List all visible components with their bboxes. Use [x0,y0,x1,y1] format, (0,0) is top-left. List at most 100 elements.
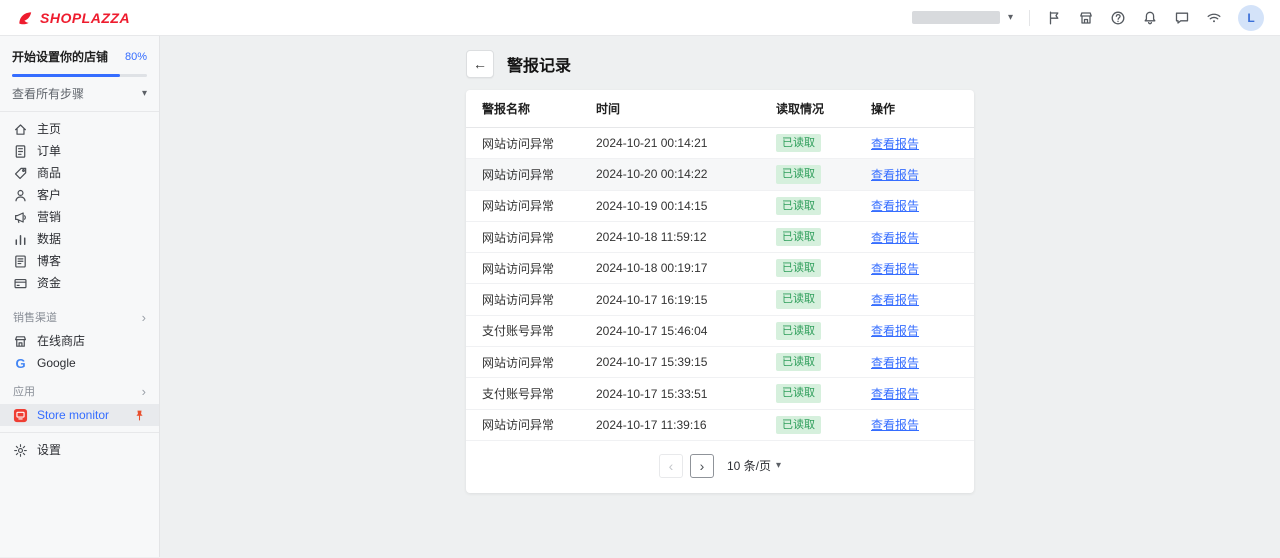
sidebar-item-marketing[interactable]: 营销 [0,206,159,228]
cell-alert-name: 网站访问异常 [466,159,596,190]
cell-action: 查看报告 [871,128,974,159]
view-report-link[interactable]: 查看报告 [871,356,919,370]
prev-icon: ‹ [669,458,674,474]
cell-time: 2024-10-18 00:19:17 [596,253,776,284]
cell-alert-name: 支付账号异常 [466,315,596,346]
topbar: SHOPLAZZA ▾ L [0,0,1280,36]
back-button[interactable]: ← [466,50,494,78]
sidebar-item-label: 数据 [37,233,61,245]
store-selector[interactable]: ▾ [912,11,1013,24]
next-icon: › [700,458,705,474]
sidebar-item-label: 资金 [37,277,61,289]
table-row[interactable]: 网站访问异常 2024-10-19 00:14:15 已读取 查看报告 [466,190,974,221]
home-icon [13,122,28,137]
cell-alert-name: 网站访问异常 [466,253,596,284]
view-report-link[interactable]: 查看报告 [871,387,919,401]
page-title: 警报记录 [507,52,571,76]
cell-alert-name: 支付账号异常 [466,378,596,409]
status-badge: 已读取 [776,165,821,183]
cell-time: 2024-10-20 00:14:22 [596,159,776,190]
view-report-link[interactable]: 查看报告 [871,293,919,307]
status-badge: 已读取 [776,197,821,215]
bell-icon[interactable] [1142,10,1158,26]
sidebar-item-label: 博客 [37,255,61,267]
shoplazza-logo[interactable]: SHOPLAZZA [16,9,130,27]
cell-status: 已读取 [776,409,871,440]
cell-time: 2024-10-17 11:39:16 [596,409,776,440]
sidebar-item-label: 客户 [37,189,61,201]
table-row[interactable]: 支付账号异常 2024-10-17 15:46:04 已读取 查看报告 [466,315,974,346]
sidebar-item-products[interactable]: 商品 [0,162,159,184]
cell-action: 查看报告 [871,221,974,252]
table-header-row: 警报名称 时间 读取情况 操作 [466,90,974,128]
view-report-link[interactable]: 查看报告 [871,324,919,338]
table-row[interactable]: 网站访问异常 2024-10-17 15:39:15 已读取 查看报告 [466,347,974,378]
view-report-link[interactable]: 查看报告 [871,137,919,151]
chevron-right-icon: › [142,385,146,398]
storefront-icon [13,334,28,349]
cell-status: 已读取 [776,347,871,378]
sidebar-item-orders[interactable]: 订单 [0,140,159,162]
cell-action: 查看报告 [871,409,974,440]
page-size-select[interactable]: 10 条/页 ▾ [727,457,781,474]
logo-text: SHOPLAZZA [40,10,130,26]
person-icon [13,188,28,203]
setup-percent: 80% [125,51,147,63]
sidebar-item-google[interactable]: G Google [0,352,159,374]
caret-down-icon: ▾ [1008,12,1013,23]
table-row[interactable]: 网站访问异常 2024-10-17 11:39:16 已读取 查看报告 [466,409,974,440]
view-all-steps-label: 查看所有步骤 [12,85,84,102]
sidebar-item-label: 主页 [37,123,61,135]
view-report-link[interactable]: 查看报告 [871,262,919,276]
next-page-button[interactable]: › [690,454,714,478]
chat-icon[interactable] [1174,10,1190,26]
table-row[interactable]: 网站访问异常 2024-10-18 00:19:17 已读取 查看报告 [466,253,974,284]
section-sales-channels[interactable]: 销售渠道 › [0,300,159,330]
section-label: 应用 [13,383,35,399]
store-setup-progress: 开始设置你的店铺 80% [0,48,159,77]
cell-action: 查看报告 [871,159,974,190]
prev-page-button[interactable]: ‹ [659,454,683,478]
status-badge: 已读取 [776,259,821,277]
sidebar-item-label: 商品 [37,167,61,179]
sidebar-item-settings[interactable]: 设置 [0,439,159,461]
sidebar-item-home[interactable]: 主页 [0,118,159,140]
table-row[interactable]: 支付账号异常 2024-10-17 15:33:51 已读取 查看报告 [466,378,974,409]
sidebar-item-blog[interactable]: 博客 [0,250,159,272]
caret-down-icon: ▾ [142,88,147,99]
user-avatar[interactable]: L [1238,5,1264,31]
table-row[interactable]: 网站访问异常 2024-10-17 16:19:15 已读取 查看报告 [466,284,974,315]
status-badge: 已读取 [776,384,821,402]
view-all-steps-toggle[interactable]: 查看所有步骤 ▾ [0,77,159,111]
cell-status: 已读取 [776,253,871,284]
help-icon[interactable] [1110,10,1126,26]
topbar-divider [1029,10,1030,26]
table-row[interactable]: 网站访问异常 2024-10-18 11:59:12 已读取 查看报告 [466,221,974,252]
col-header-action: 操作 [871,90,974,128]
section-apps[interactable]: 应用 › [0,374,159,404]
sidebar-item-store-monitor[interactable]: Store monitor [0,404,159,426]
status-badge: 已读取 [776,416,821,434]
sidebar-item-customers[interactable]: 客户 [0,184,159,206]
flag-icon[interactable] [1046,10,1062,26]
view-report-link[interactable]: 查看报告 [871,418,919,432]
sidebar-item-analytics[interactable]: 数据 [0,228,159,250]
table-row[interactable]: 网站访问异常 2024-10-20 00:14:22 已读取 查看报告 [466,159,974,190]
col-header-time: 时间 [596,90,776,128]
view-report-link[interactable]: 查看报告 [871,199,919,213]
cell-status: 已读取 [776,315,871,346]
tag-icon [13,166,28,181]
page-size-value: 10 条/页 [727,457,771,474]
view-report-link[interactable]: 查看报告 [871,168,919,182]
pin-icon[interactable] [133,409,146,422]
document-icon [13,254,28,269]
table-row[interactable]: 网站访问异常 2024-10-21 00:14:21 已读取 查看报告 [466,128,974,159]
wifi-icon[interactable] [1206,10,1222,26]
sidebar-item-label: Google [37,357,76,369]
sidebar-item-funds[interactable]: 资金 [0,272,159,294]
view-report-link[interactable]: 查看报告 [871,231,919,245]
sidebar-item-online-store[interactable]: 在线商店 [0,330,159,352]
gear-icon [13,443,28,458]
storefront-icon[interactable] [1078,10,1094,26]
cell-alert-name: 网站访问异常 [466,409,596,440]
